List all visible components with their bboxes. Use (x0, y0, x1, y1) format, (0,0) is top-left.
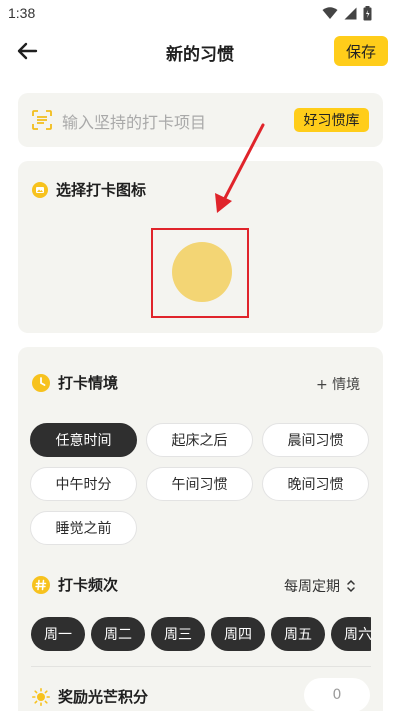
weekday-list: 周一 周二 周三 周四 周五 周六 (31, 616, 371, 654)
scene-chip-anytime[interactable]: 任意时间 (30, 423, 137, 457)
weekday-thu[interactable]: 周四 (211, 617, 265, 651)
scene-chip-after-wake[interactable]: 起床之后 (146, 423, 253, 457)
frequency-section-title: 打卡频次 (58, 576, 119, 594)
signal-icon (344, 7, 357, 20)
weekday-wed[interactable]: 周三 (151, 617, 205, 651)
chevron-up-down-icon (347, 579, 355, 593)
habit-settings-card: 打卡情境 + 情境 任意时间 起床之后 晨间习惯 中午时分 午间习惯 晚间习惯 … (18, 347, 383, 711)
icon-section-header: 选择打卡图标 (32, 179, 146, 200)
scene-section-title: 打卡情境 (58, 374, 119, 392)
wifi-icon (322, 7, 338, 19)
clock-icon (32, 373, 50, 392)
scene-chip-morning[interactable]: 晨间习惯 (262, 423, 369, 457)
reward-section-title: 奖励光芒积分 (58, 688, 149, 706)
scene-chip-midday[interactable]: 午间习惯 (146, 467, 253, 501)
battery-icon (363, 6, 372, 21)
habit-input-card: 输入坚持的打卡项目 好习惯库 (18, 93, 383, 147)
scene-chip-evening[interactable]: 晚间习惯 (262, 467, 369, 501)
weekday-fri[interactable]: 周五 (271, 617, 325, 651)
scene-chip-list: 任意时间 起床之后 晨间习惯 中午时分 午间习惯 晚间习惯 睡觉之前 (30, 423, 375, 545)
scene-chip-noon[interactable]: 中午时分 (30, 467, 137, 501)
sun-icon (32, 687, 50, 706)
habit-name-input[interactable]: 输入坚持的打卡项目 (62, 109, 206, 133)
icon-select-card: 选择打卡图标 (18, 161, 383, 333)
weekday-mon[interactable]: 周一 (31, 617, 85, 651)
frequency-section-header: 打卡频次 (32, 574, 118, 595)
status-icons (322, 6, 372, 21)
status-time: 1:38 (8, 5, 36, 21)
weekday-tue[interactable]: 周二 (91, 617, 145, 651)
image-icon (32, 181, 48, 198)
scene-section-header: 打卡情境 (32, 372, 118, 393)
save-button[interactable]: 保存 (334, 36, 388, 66)
scan-text-icon (32, 110, 52, 130)
status-bar: 1:38 (0, 0, 400, 28)
frequency-mode-select[interactable]: 每周定期 (284, 576, 356, 596)
icon-section-title: 选择打卡图标 (56, 181, 147, 199)
scene-chip-before-sleep[interactable]: 睡觉之前 (30, 511, 137, 545)
reward-points-input[interactable]: 0 (304, 678, 370, 711)
top-bar: 新的习惯 保存 (0, 28, 400, 74)
section-divider (31, 666, 371, 667)
reward-section-header: 奖励光芒积分 (32, 686, 148, 707)
annotation-highlight-box (151, 228, 249, 318)
frequency-mode-label: 每周定期 (284, 579, 340, 595)
habit-library-button[interactable]: 好习惯库 (294, 108, 369, 132)
add-scene-button[interactable]: + 情境 (316, 374, 360, 394)
hash-icon (32, 575, 50, 594)
weekday-sat[interactable]: 周六 (331, 617, 371, 651)
